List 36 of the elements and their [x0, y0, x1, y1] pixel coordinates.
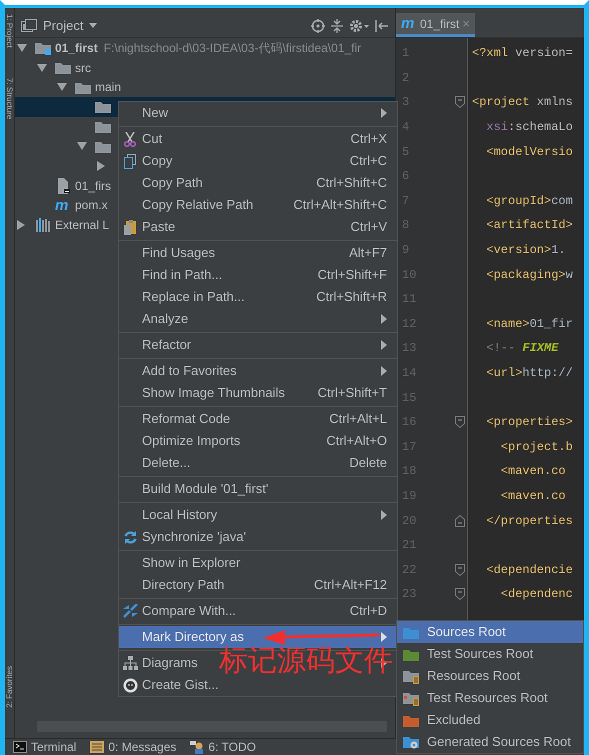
- annotation-text: 标记源码文件: [219, 646, 393, 674]
- shortcut-text: Ctrl+Shift+R: [316, 288, 387, 306]
- code-line: <maven.co: [500, 488, 567, 505]
- code-line: <properties>: [485, 414, 574, 432]
- maven-icon: m: [401, 16, 417, 31]
- code-line: <project.b: [500, 438, 574, 456]
- code-line: <?xml version=: [472, 45, 574, 62]
- shortcut-text: Delete: [349, 454, 387, 472]
- code-line: <!-- FIXME: [485, 340, 560, 358]
- code-line: <groupId>com: [485, 192, 574, 210]
- shortcut-text: Ctrl+C: [350, 152, 387, 170]
- code-line: <name>01_fir: [485, 316, 574, 333]
- shortcut-text: Alt+F7: [349, 244, 387, 262]
- shortcut-text: Ctrl+Alt+Shift+C: [293, 196, 387, 214]
- code-line: <project xmlns: [472, 94, 574, 112]
- shortcut-text: Ctrl+Shift+C: [316, 174, 387, 192]
- code-line: <dependenc: [500, 586, 574, 604]
- shortcut-text: Ctrl+Shift+T: [318, 384, 387, 402]
- shortcut-text: Ctrl+Alt+F12: [314, 576, 387, 594]
- code-line: <modelVersio: [485, 144, 574, 161]
- code-line: <artifactId>: [485, 217, 574, 234]
- code-line: </properties: [485, 512, 574, 530]
- code-line: <dependencie: [485, 562, 574, 579]
- code-line: xsi:schemaLo: [485, 119, 574, 136]
- shortcut-text: Ctrl+X: [350, 130, 387, 148]
- code-line: <version>1.: [485, 242, 567, 260]
- code-line: <url>http://: [485, 365, 574, 382]
- module-path: F:\nightschool-d\03-IDEA\03-代码\firstidea\01_fir: [104, 40, 362, 57]
- code-line: <maven.co: [500, 463, 567, 480]
- shortcut-text: Ctrl+Alt+O: [326, 432, 387, 450]
- shortcut-text: Ctrl+D: [350, 602, 387, 620]
- code-line: <packaging>w: [485, 266, 574, 284]
- shortcut-text: Ctrl+Shift+F: [318, 266, 387, 284]
- maven-icon: m: [55, 198, 71, 213]
- shortcut-text: Ctrl+V: [350, 218, 387, 236]
- shortcut-text: Ctrl+Alt+L: [329, 410, 387, 428]
